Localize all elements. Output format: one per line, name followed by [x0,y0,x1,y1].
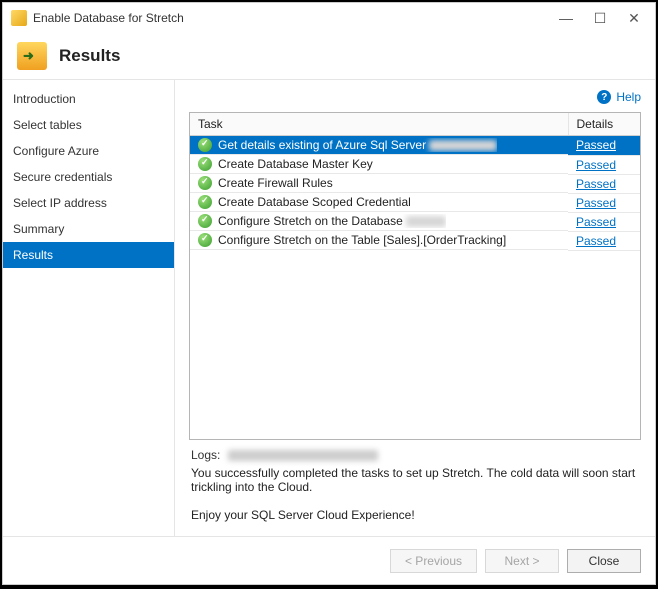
table-empty-area [190,251,640,440]
previous-button: < Previous [390,549,477,573]
redacted-text [406,216,446,227]
details-link[interactable]: Passed [576,138,616,152]
task-text: Create Database Scoped Credential [218,195,411,209]
footer: < Previous Next > Close [3,536,655,584]
app-icon [11,10,27,26]
wizard-sidebar: Introduction Select tables Configure Azu… [3,80,175,536]
sub-message: Enjoy your SQL Server Cloud Experience! [189,498,641,536]
success-message: You successfully completed the tasks to … [189,462,641,498]
sidebar-item-select-ip[interactable]: Select IP address [3,190,174,216]
results-table: Task Details Get details existing of Azu… [190,113,640,251]
window-title: Enable Database for Stretch [33,11,553,25]
page-header: Results [3,33,655,79]
details-link[interactable]: Passed [576,234,616,248]
col-task[interactable]: Task [190,113,568,136]
details-link[interactable]: Passed [576,196,616,210]
col-details[interactable]: Details [568,113,640,136]
page-title: Results [59,46,120,66]
stretch-icon [17,42,47,70]
results-table-container: Task Details Get details existing of Azu… [189,112,641,440]
check-icon [198,214,212,228]
table-row[interactable]: Create Database Scoped Credential Passed [190,193,640,212]
check-icon [198,157,212,171]
minimize-button[interactable]: — [553,5,579,31]
help-label: Help [616,90,641,104]
task-text: Configure Stretch on the Table [Sales].[… [218,233,506,247]
maximize-button[interactable]: ☐ [587,5,613,31]
logs-label: Logs: [191,448,220,462]
check-icon [198,233,212,247]
check-icon [198,138,212,152]
task-text: Configure Stretch on the Database [218,214,403,228]
sidebar-item-introduction[interactable]: Introduction [3,86,174,112]
redacted-text [228,450,378,461]
details-link[interactable]: Passed [576,215,616,229]
details-link[interactable]: Passed [576,177,616,191]
next-button: Next > [485,549,559,573]
check-icon [198,195,212,209]
logs-line: Logs: [189,440,641,462]
help-icon: ? [597,90,611,104]
sidebar-item-configure-azure[interactable]: Configure Azure [3,138,174,164]
close-window-button[interactable]: ✕ [621,5,647,31]
main-panel: ? Help Task Details Get details existing… [175,80,655,536]
task-text: Create Database Master Key [218,157,373,171]
redacted-text [429,140,497,151]
table-row[interactable]: Create Database Master Key Passed [190,155,640,174]
sidebar-item-select-tables[interactable]: Select tables [3,112,174,138]
sidebar-item-results[interactable]: Results [3,242,174,268]
table-row[interactable]: Configure Stretch on the Database Passed [190,212,640,231]
task-text: Get details existing of Azure Sql Server [218,138,426,152]
task-text: Create Firewall Rules [218,176,333,190]
close-button[interactable]: Close [567,549,641,573]
titlebar: Enable Database for Stretch — ☐ ✕ [3,3,655,33]
help-link[interactable]: ? Help [189,90,641,104]
details-link[interactable]: Passed [576,158,616,172]
check-icon [198,176,212,190]
table-row[interactable]: Get details existing of Azure Sql Server… [190,136,640,156]
table-row[interactable]: Create Firewall Rules Passed [190,174,640,193]
wizard-window: Enable Database for Stretch — ☐ ✕ Result… [2,2,656,585]
sidebar-item-summary[interactable]: Summary [3,216,174,242]
table-row[interactable]: Configure Stretch on the Table [Sales].[… [190,231,640,250]
sidebar-item-secure-credentials[interactable]: Secure credentials [3,164,174,190]
